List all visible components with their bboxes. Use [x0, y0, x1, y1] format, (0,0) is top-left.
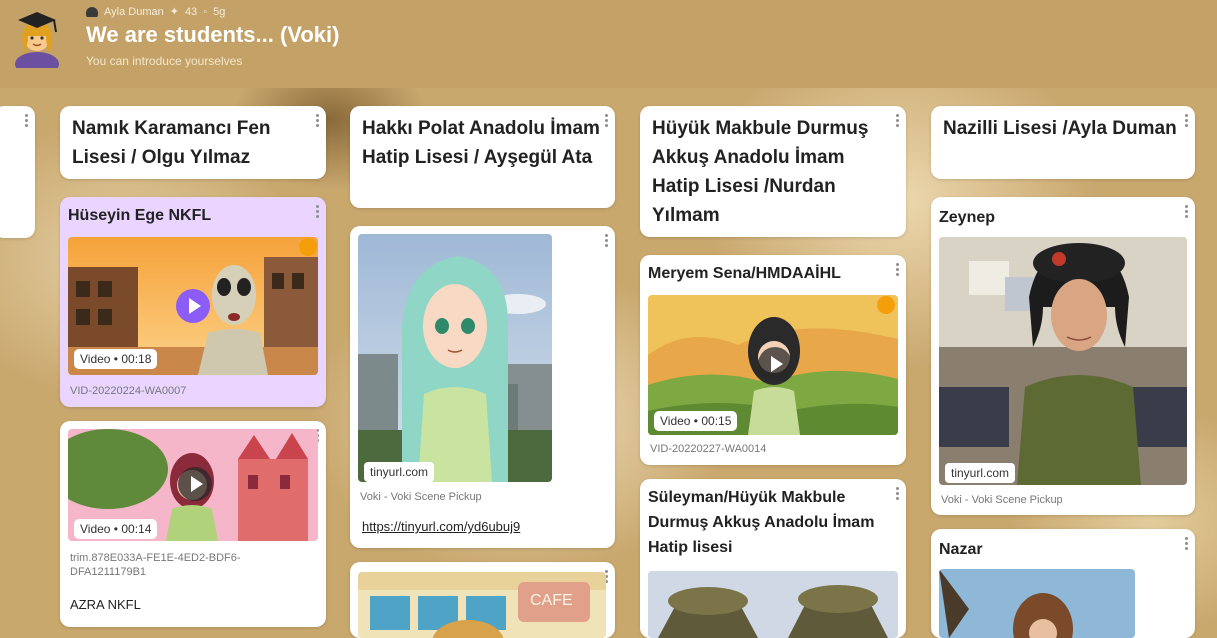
play-icon[interactable] — [176, 289, 210, 323]
author-name[interactable]: Ayla Duman — [104, 6, 164, 18]
star-icon: ✦ — [169, 6, 179, 18]
column-title: Hakkı Polat Anadolu İmam Hatip Lisesi / … — [362, 118, 600, 168]
play-icon[interactable] — [758, 347, 792, 381]
kebab-menu-icon[interactable] — [1183, 112, 1189, 128]
video-thumbnail[interactable]: Video • 00:14 — [68, 429, 318, 541]
kebab-menu-icon[interactable] — [23, 112, 29, 128]
video-thumbnail[interactable]: Video • 00:18 — [68, 237, 318, 375]
post-card[interactable]: Zeynep tinyurl.com Voki - Voki Scene Pic… — [931, 197, 1195, 515]
kebab-menu-icon[interactable] — [1183, 535, 1189, 551]
link-domain: tinyurl.com — [364, 462, 435, 482]
video-thumbnail[interactable]: Video • 00:15 — [648, 295, 898, 435]
kebab-menu-icon[interactable] — [314, 203, 320, 219]
column-header-4[interactable]: Nazilli Lisesi /Ayla Duman — [931, 106, 1195, 179]
avatar[interactable] — [6, 6, 68, 68]
link-domain: tinyurl.com — [945, 463, 1016, 483]
author-avatar-icon — [86, 6, 98, 17]
post-age: 5g — [213, 5, 226, 18]
post-card[interactable]: Video • 00:14 trim.878E033A-FE1E-4ED2-BD… — [60, 421, 326, 627]
image-thumbnail[interactable]: CAFE — [358, 572, 606, 638]
column-title: Hüyük Makbule Durmuş Akkuş Anadolu İmam … — [652, 118, 869, 226]
post-meta: Ayla Duman ✦ 43 ◦ 5g — [86, 5, 225, 18]
post-title: Süleyman/Hüyük Makbule Durmuş Akkuş Anad… — [648, 489, 875, 556]
image-thumbnail[interactable] — [939, 569, 1135, 638]
column-title: Nazilli Lisesi /Ayla Duman — [943, 118, 1177, 139]
column-partial[interactable] — [0, 106, 35, 238]
column-header-1[interactable]: Namık Karamancı Fen Lisesi / Olgu Yılmaz — [60, 106, 326, 179]
post-title: Hüseyin Ege NKFL — [68, 207, 212, 224]
column-title: Namık Karamancı Fen Lisesi / Olgu Yılmaz — [72, 118, 271, 168]
cafe-sign-text: CAFE — [530, 592, 573, 609]
post-title: Zeynep — [939, 209, 996, 226]
kebab-menu-icon[interactable] — [1183, 203, 1189, 219]
link-description: Voki - Voki Scene Pickup — [941, 494, 1063, 506]
post-title: Meryem Sena/HMDAAİHL — [648, 265, 841, 282]
link-description: Voki - Voki Scene Pickup — [360, 491, 482, 503]
post-card[interactable]: tinyurl.com Voki - Voki Scene Pickup htt… — [350, 226, 615, 548]
link-url[interactable]: https://tinyurl.com/yd6ubuj9 — [362, 519, 520, 534]
link-preview-image[interactable]: tinyurl.com — [939, 237, 1187, 485]
video-duration-badge: Video • 00:18 — [74, 349, 158, 369]
kebab-menu-icon[interactable] — [894, 112, 900, 128]
image-thumbnail[interactable] — [648, 571, 898, 638]
video-duration-badge: Video • 00:14 — [74, 519, 158, 539]
post-title: Nazar — [939, 541, 983, 558]
post-body: AZRA NKFL — [70, 597, 141, 612]
clock-icon: ◦ — [203, 5, 208, 18]
kebab-menu-icon[interactable] — [894, 485, 900, 501]
like-count: 43 — [184, 5, 198, 18]
column-header-2[interactable]: Hakkı Polat Anadolu İmam Hatip Lisesi / … — [350, 106, 615, 208]
link-preview-image[interactable]: tinyurl.com — [358, 234, 552, 482]
column-header-3[interactable]: Hüyük Makbule Durmuş Akkuş Anadolu İmam … — [640, 106, 906, 237]
post-card[interactable]: Meryem Sena/HMDAAİHL Video • 00:15 VID-2… — [640, 255, 906, 465]
kebab-menu-icon[interactable] — [603, 112, 609, 128]
play-icon[interactable] — [178, 467, 212, 501]
attachment-name: VID-20220224-WA0007 — [70, 385, 187, 397]
post-card[interactable]: Nazar — [931, 529, 1195, 638]
board-title: We are students... (Voki) — [86, 22, 340, 47]
attachment-name: trim.878E033A-FE1E-4ED2-BDF6-DFA1211179B… — [70, 552, 241, 578]
board-subtitle: You can introduce yourselves — [86, 54, 243, 68]
post-card[interactable]: Süleyman/Hüyük Makbule Durmuş Akkuş Anad… — [640, 479, 906, 638]
kebab-menu-icon[interactable] — [314, 112, 320, 128]
kebab-menu-icon[interactable] — [894, 261, 900, 277]
video-duration-badge: Video • 00:15 — [654, 411, 738, 431]
post-card[interactable]: CAFE — [350, 562, 615, 638]
board-header: Ayla Duman ✦ 43 ◦ 5g We are students... … — [0, 0, 1217, 88]
attachment-name: VID-20220227-WA0014 — [650, 443, 767, 455]
kebab-menu-icon[interactable] — [603, 232, 609, 248]
post-card[interactable]: Hüseyin Ege NKFL Video • 00:18 VID-20220… — [60, 197, 326, 407]
